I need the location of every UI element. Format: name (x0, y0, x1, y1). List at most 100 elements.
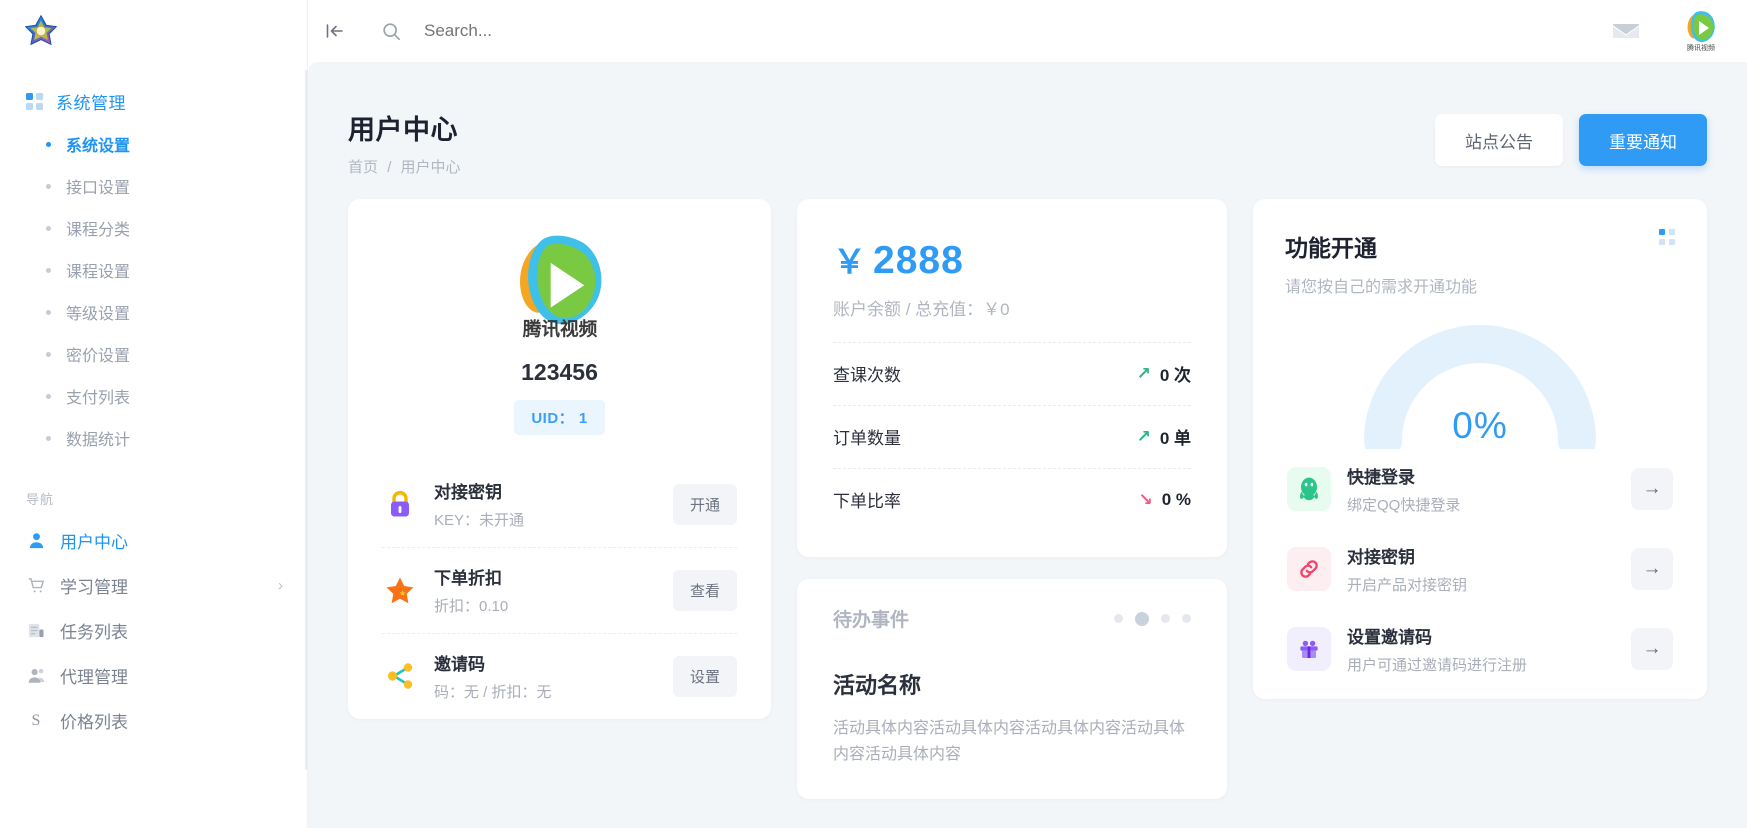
user-icon (26, 531, 46, 551)
collapse-sidebar-icon[interactable] (322, 18, 348, 44)
todo-events-card: 待办事件 活动名称 活动具体内容活动具体内容活动具体内容活动具体内容活动具体内容 (797, 579, 1227, 799)
profile-uid-badge: UID： 1 (514, 400, 604, 435)
sidebar-item-agent-management[interactable]: 代理管理 (0, 653, 307, 698)
feature-activation-card: 功能开通 请您按自己的需求开通功能 0% (1253, 199, 1707, 699)
open-api-key-button[interactable]: 开通 (673, 484, 737, 525)
sidebar-item-course-category[interactable]: 课程分类 (0, 207, 307, 249)
stat-label: 订单数量 (833, 424, 901, 449)
invite-code-arrow-button[interactable]: → (1631, 628, 1673, 670)
feature-subtitle: 请您按自己的需求开通功能 (1285, 273, 1477, 297)
top-bar: 腾讯视频 (308, 0, 1747, 62)
sidebar-item-label: 接口设置 (66, 174, 130, 198)
carousel-dot[interactable] (1161, 614, 1170, 623)
balance-value: 2888 (873, 239, 964, 282)
sidebar-item-label: 系统设置 (66, 132, 130, 156)
sidebar-item-study-management[interactable]: 学习管理 › (0, 563, 307, 608)
set-invite-code-button[interactable]: 设置 (673, 656, 737, 697)
grid-icon[interactable] (1659, 229, 1675, 245)
carousel-dots (1114, 612, 1191, 626)
sidebar-item-payment-list[interactable]: 支付列表 (0, 375, 307, 417)
todo-event-name: 活动名称 (833, 668, 1191, 700)
tencent-video-avatar-icon[interactable]: 腾讯视频 (1681, 9, 1721, 53)
feature-row-quick-login[interactable]: 快捷登录 绑定QQ快捷登录 → (1285, 449, 1675, 529)
stat-value-container: ↗ 0 次 (1137, 361, 1191, 386)
agents-icon (26, 666, 46, 686)
sidebar-group-system-management[interactable]: 系统管理 (0, 80, 307, 123)
sidebar-item-price-list[interactable]: S 价格列表 (0, 698, 307, 743)
bullet-icon (46, 142, 51, 147)
sidebar-item-interface-settings[interactable]: 接口设置 (0, 165, 307, 207)
svg-text:腾讯视频: 腾讯视频 (522, 319, 597, 340)
sidebar-item-user-center[interactable]: 用户中心 (0, 518, 307, 563)
api-key-arrow-button[interactable]: → (1631, 548, 1673, 590)
sidebar-item-system-settings[interactable]: 系统设置 (0, 123, 307, 165)
tencent-video-logo-icon: 腾讯视频 (504, 233, 616, 343)
bullet-icon (46, 226, 51, 231)
page-title: 用户中心 (348, 108, 461, 147)
bullet-icon (46, 352, 51, 357)
profile-row-title: 邀请码 (434, 650, 657, 675)
bullet-icon (46, 394, 51, 399)
profile-row-order-discount: 下单折扣 折扣：0.10 查看 (348, 547, 771, 633)
column-left: 腾讯视频 123456 UID： 1 (348, 199, 771, 799)
arrow-up-icon: ↗ (1137, 364, 1151, 384)
feature-row-subtitle: 用户可通过邀请码进行注册 (1347, 654, 1615, 675)
sidebar-item-course-settings[interactable]: 课程设置 (0, 249, 307, 291)
sidebar-item-price-settings[interactable]: 密价设置 (0, 333, 307, 375)
profile-row-invite-code: 邀请码 码：无 / 折扣：无 设置 (348, 633, 771, 719)
profile-row-title: 对接密钥 (434, 478, 657, 503)
feature-row-title: 设置邀请码 (1347, 623, 1615, 648)
sidebar-item-label: 代理管理 (60, 663, 128, 688)
stat-value: 0 % (1162, 490, 1191, 510)
feature-title: 功能开通 (1285, 229, 1477, 263)
sidebar-item-label: 支付列表 (66, 384, 130, 408)
feature-header-text: 功能开通 请您按自己的需求开通功能 (1285, 229, 1477, 297)
sidebar-item-task-list[interactable]: 任务列表 (0, 608, 307, 653)
profile-row-subtitle: 码：无 / 折扣：无 (434, 681, 657, 702)
sidebar-group-label: 系统管理 (56, 89, 126, 114)
feature-row-text: 对接密钥 开启产品对接密钥 (1347, 543, 1615, 595)
brand-logo-container[interactable] (0, 0, 307, 62)
sidebar-item-level-settings[interactable]: 等级设置 (0, 291, 307, 333)
carousel-dot[interactable] (1114, 614, 1123, 623)
quick-login-arrow-button[interactable]: → (1631, 468, 1673, 510)
carousel-dot-active[interactable] (1135, 612, 1149, 626)
feature-row-title: 对接密钥 (1347, 543, 1615, 568)
sidebar-item-label: 等级设置 (66, 300, 130, 324)
todo-event-description: 活动具体内容活动具体内容活动具体内容活动具体内容活动具体内容 (833, 716, 1191, 769)
feature-header: 功能开通 请您按自己的需求开通功能 (1285, 229, 1675, 297)
sidebar-section-caption: 导航 (0, 459, 307, 518)
sidebar-item-data-statistics[interactable]: 数据统计 (0, 417, 307, 459)
bullet-icon (46, 436, 51, 441)
stat-label: 下单比率 (833, 487, 901, 512)
column-middle: ￥2888 账户余额 / 总充值：￥0 查课次数 ↗ 0 次 (797, 199, 1227, 799)
page-header: 用户中心 首页 / 用户中心 站点公告 重要通知 (334, 90, 1721, 199)
search-icon[interactable] (378, 18, 404, 44)
sidebar-submenu: 系统设置 接口设置 课程分类 课程设置 等级设置 (0, 123, 307, 459)
page-container: 用户中心 首页 / 用户中心 站点公告 重要通知 (308, 62, 1747, 828)
search-input[interactable] (424, 21, 744, 41)
feature-row-api-key[interactable]: 对接密钥 开启产品对接密钥 → (1285, 529, 1675, 609)
sidebar-item-label: 密价设置 (66, 342, 130, 366)
carousel-dot[interactable] (1182, 614, 1191, 623)
site-announcement-button[interactable]: 站点公告 (1435, 114, 1563, 166)
gift-icon (1287, 627, 1331, 671)
stat-value-container: ↘ 0 % (1138, 490, 1191, 510)
svg-text:腾讯视频: 腾讯视频 (1687, 43, 1715, 52)
mail-icon[interactable] (1611, 16, 1641, 46)
feature-row-invite-code[interactable]: 设置邀请码 用户可通过邀请码进行注册 → (1285, 609, 1675, 689)
profile-avatar-container: 腾讯视频 (348, 233, 771, 343)
feature-row-subtitle: 开启产品对接密钥 (1347, 574, 1615, 595)
important-notice-button[interactable]: 重要通知 (1579, 114, 1707, 166)
view-discount-button[interactable]: 查看 (673, 570, 737, 611)
sidebar-item-label: 课程设置 (66, 258, 130, 282)
bullet-icon (46, 184, 51, 189)
stat-row-order-count: 订单数量 ↗ 0 单 (833, 405, 1191, 468)
currency-symbol: ￥ (833, 243, 867, 280)
balance-subtitle: 账户余额 / 总充值：￥0 (833, 295, 1191, 320)
chevron-right-icon: › (278, 577, 283, 594)
feature-row-text: 快捷登录 绑定QQ快捷登录 (1347, 463, 1615, 515)
dollar-icon: S (26, 711, 46, 731)
profile-row-text: 邀请码 码：无 / 折扣：无 (434, 650, 657, 702)
breadcrumb-root[interactable]: 首页 (348, 159, 378, 176)
